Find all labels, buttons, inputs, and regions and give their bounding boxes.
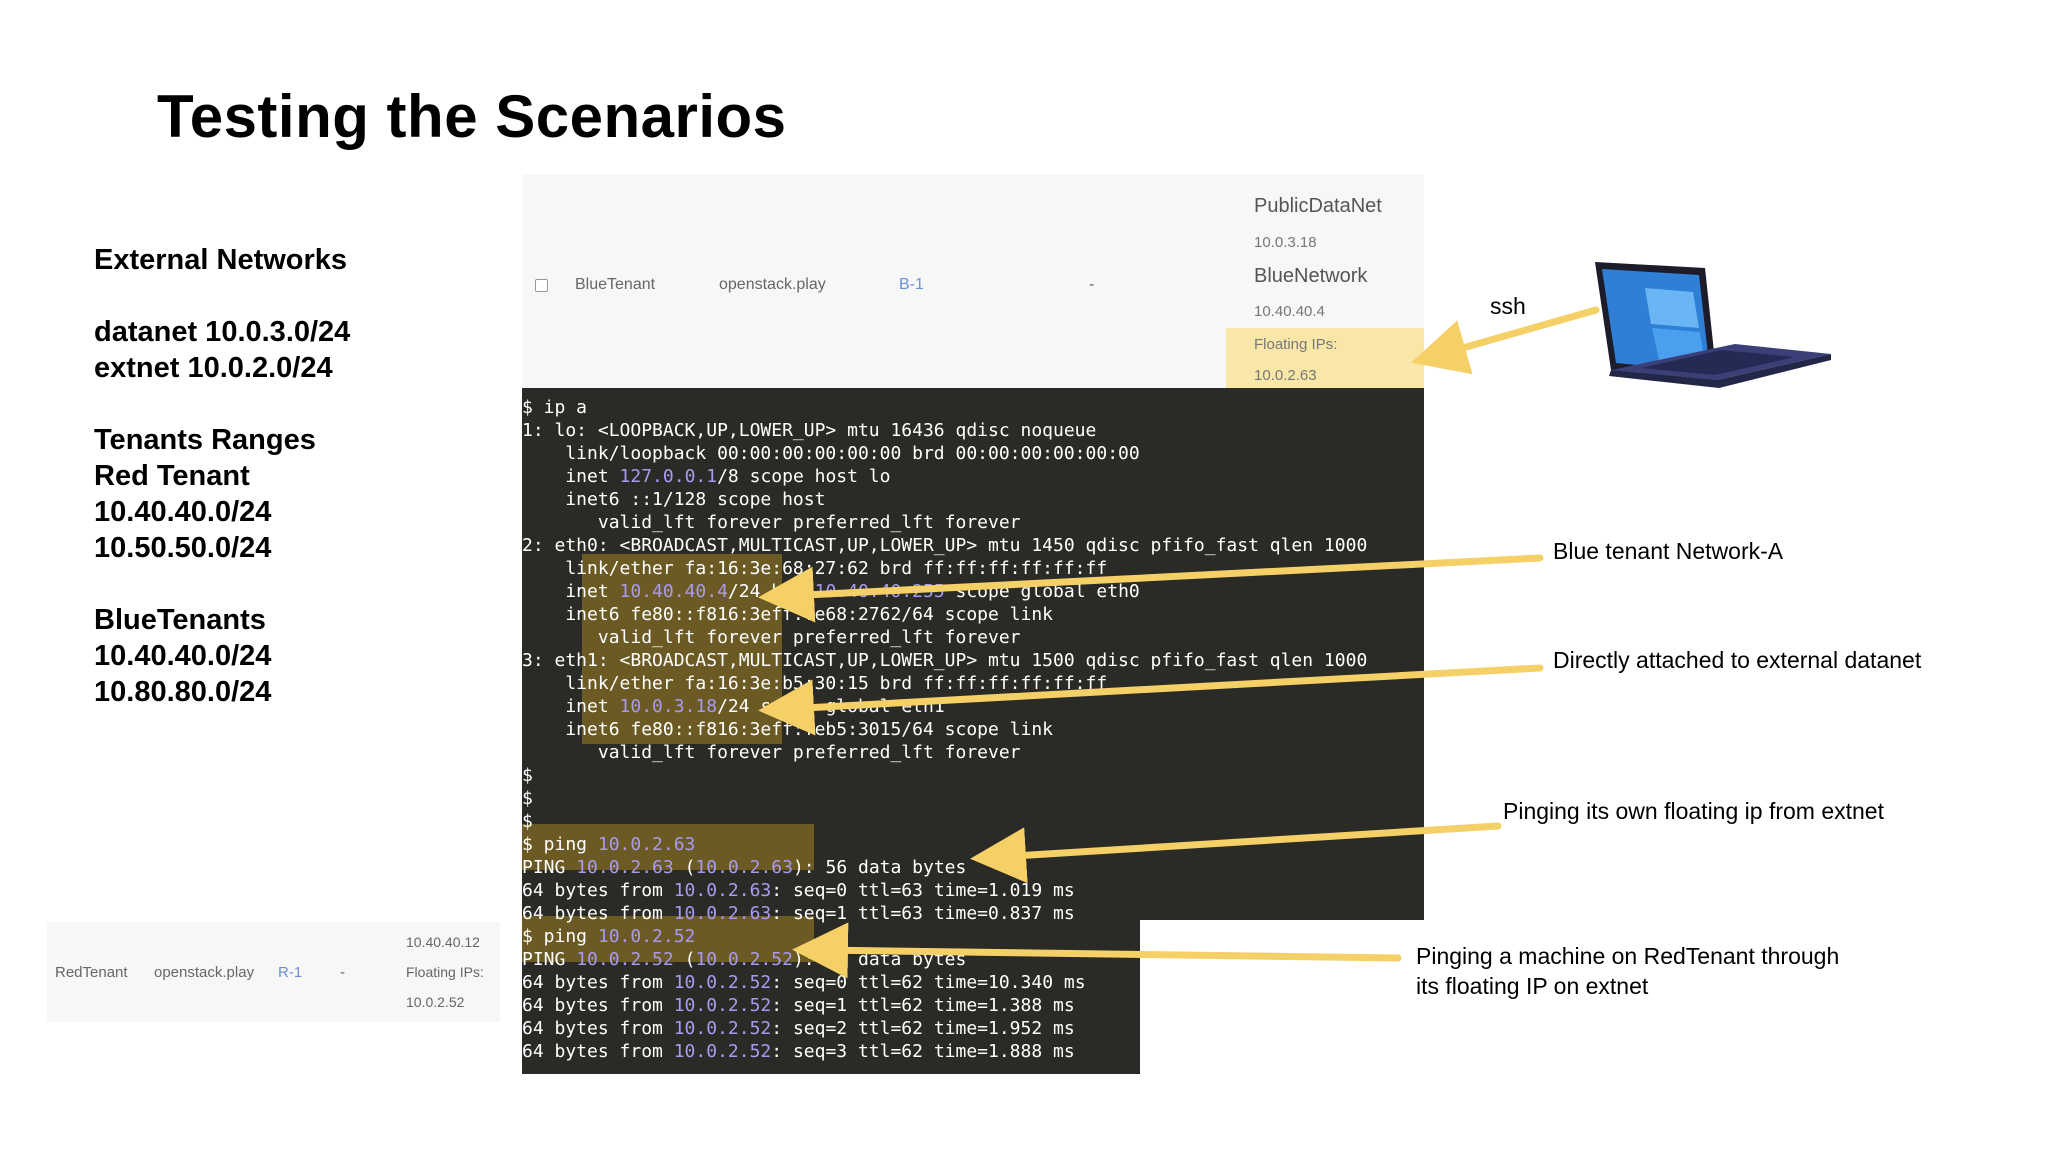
ping-red-arrow <box>792 922 1402 979</box>
annotation-arrows <box>758 306 1600 979</box>
ssh-arrow <box>1411 306 1600 375</box>
blue-network-arrow <box>758 554 1544 623</box>
ping-own-arrow <box>970 822 1502 884</box>
datanet-arrow <box>758 664 1544 736</box>
